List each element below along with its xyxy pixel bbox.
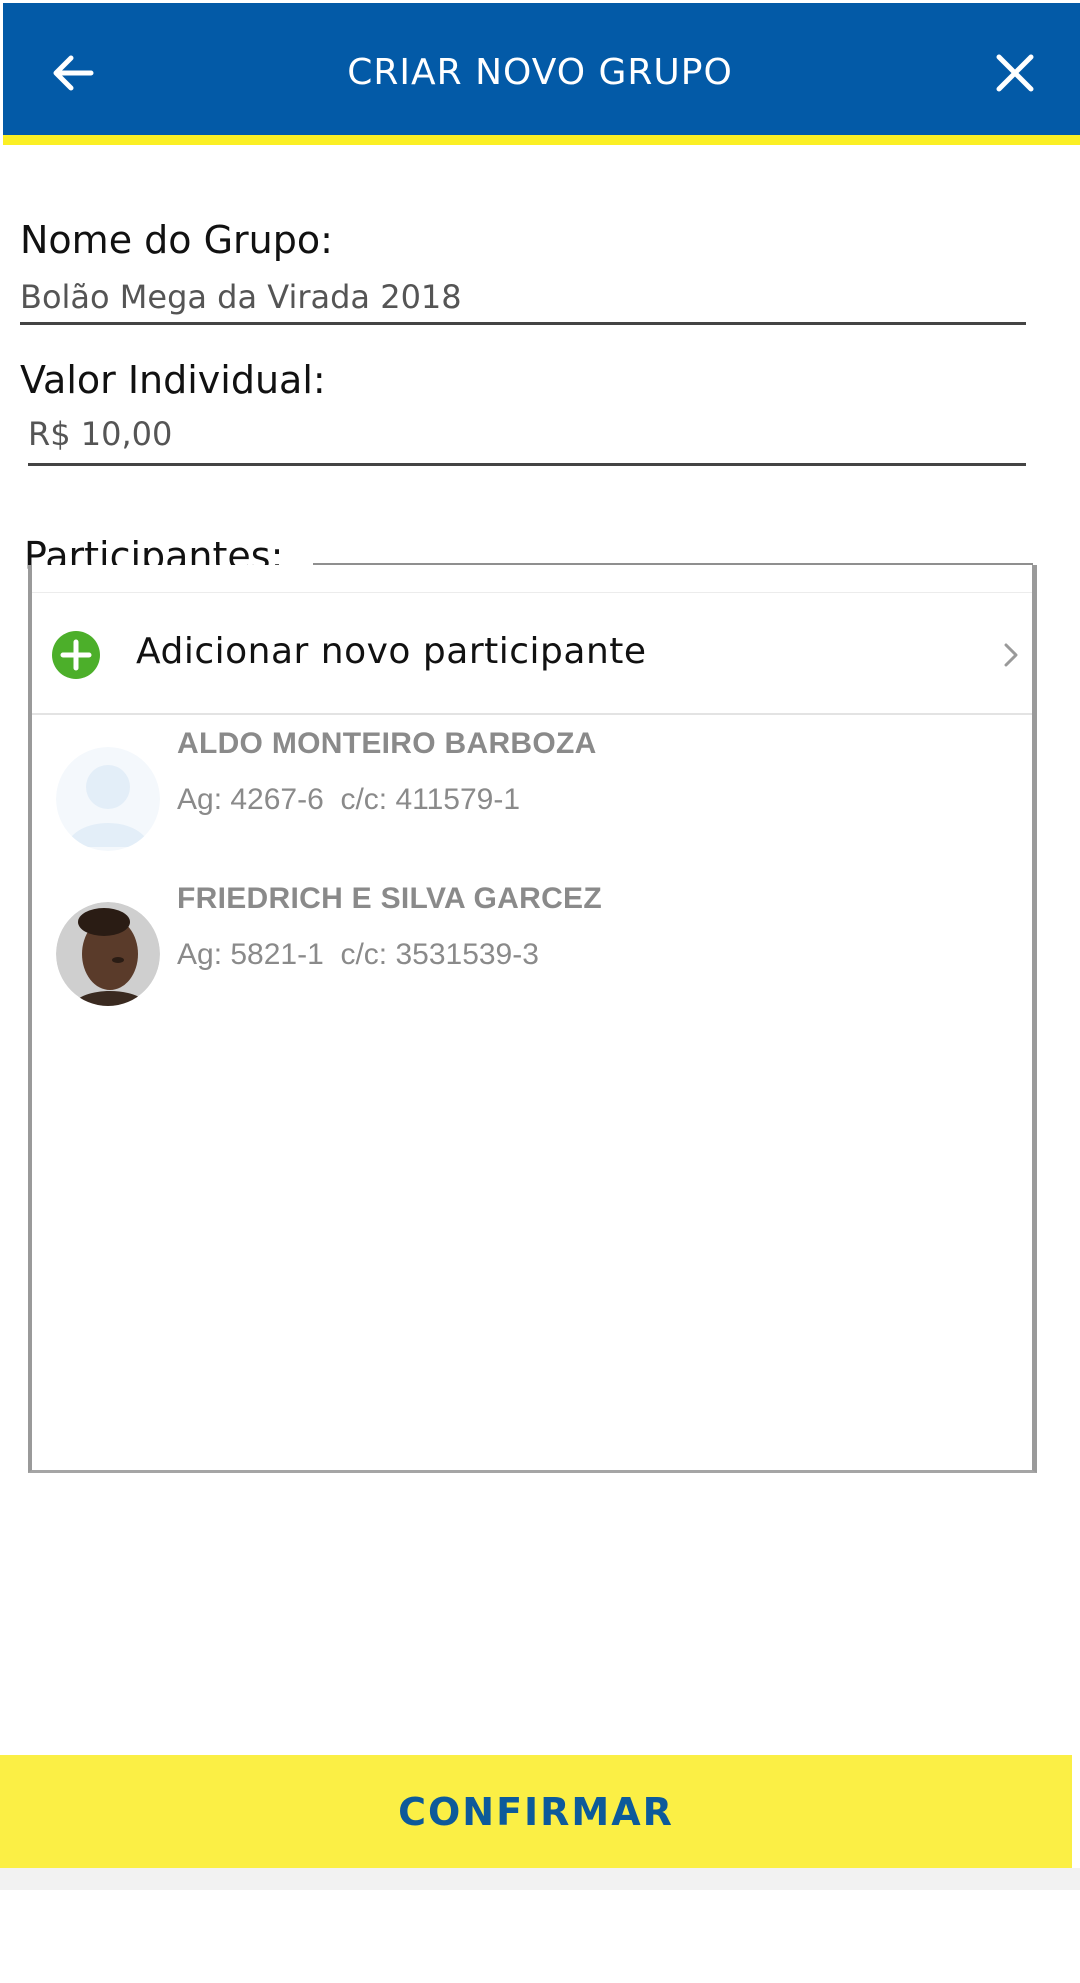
individual-value-value: R$ 10,00 xyxy=(28,415,173,453)
bottom-divider xyxy=(0,1868,1080,1890)
list-item[interactable]: FRIEDRICH E SILVA GARCEZ Ag: 5821-1 c/c:… xyxy=(32,880,1032,1010)
participant-account: Ag: 5821-1 c/c: 3531539-3 xyxy=(177,938,539,971)
group-name-value: Bolão Mega da Virada 2018 xyxy=(20,278,462,316)
individual-value-field[interactable]: R$ 10,00 xyxy=(28,415,1026,466)
group-name-label: Nome do Grupo: xyxy=(20,218,333,262)
list-item[interactable]: ALDO MONTEIRO BARBOZA Ag: 4267-6 c/c: 41… xyxy=(32,725,1032,855)
plus-circle-icon xyxy=(52,631,100,679)
back-button[interactable] xyxy=(38,38,108,108)
participant-account: Ag: 4267-6 c/c: 411579-1 xyxy=(177,783,521,816)
arrow-left-icon xyxy=(53,55,94,91)
individual-value-label: Valor Individual: xyxy=(20,358,326,402)
participants-list: Adicionar novo participante ALDO MONTEIR… xyxy=(28,565,1037,1473)
participant-name: ALDO MONTEIRO BARBOZA xyxy=(177,727,597,760)
add-participant-label: Adicionar novo participante xyxy=(136,631,647,672)
confirm-button[interactable]: CONFIRMAR xyxy=(0,1755,1072,1868)
participant-name: FRIEDRICH E SILVA GARCEZ xyxy=(177,882,602,915)
default-avatar-icon xyxy=(56,747,160,851)
close-icon xyxy=(996,54,1034,92)
add-participant-row[interactable]: Adicionar novo participante xyxy=(32,592,1032,715)
close-button[interactable] xyxy=(980,38,1050,108)
photo-avatar xyxy=(56,902,160,1006)
page-title: CRIAR NOVO GRUPO xyxy=(347,52,733,93)
group-name-field[interactable]: Bolão Mega da Virada 2018 xyxy=(20,278,1026,325)
chevron-right-icon xyxy=(1004,643,1018,667)
